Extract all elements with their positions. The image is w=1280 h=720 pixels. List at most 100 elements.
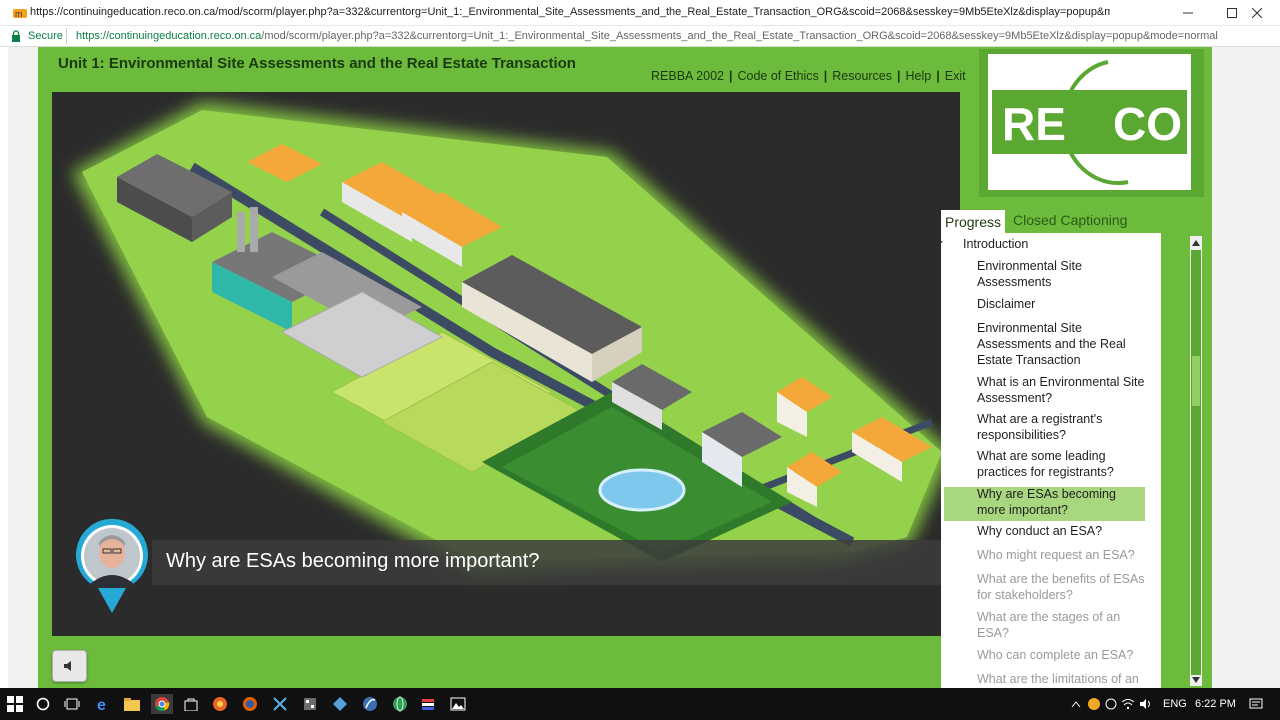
taskbar-photos[interactable] xyxy=(448,694,468,714)
windows-logo-icon xyxy=(7,696,23,712)
section-expanded-icon[interactable] xyxy=(941,238,944,248)
menu-item[interactable]: Disclaimer xyxy=(977,296,1147,312)
menu-item[interactable]: Who might request an ESA? xyxy=(977,547,1147,563)
progress-menu: Introduction Environmental Site Assessme… xyxy=(941,233,1161,689)
nav-separator: | xyxy=(936,69,940,83)
nav-help-link[interactable]: Help xyxy=(906,69,932,83)
menu-item[interactable]: What are a registrant's responsibilities… xyxy=(977,411,1147,443)
course-title: Unit 1: Environmental Site Assessments a… xyxy=(58,55,576,72)
cortana-circle-icon xyxy=(36,697,50,711)
menu-item[interactable]: What are some leading practices for regi… xyxy=(977,448,1147,480)
tray-show-hidden[interactable] xyxy=(1066,694,1086,714)
tray-language[interactable]: ENG xyxy=(1163,698,1187,710)
taskbar-app-3[interactable] xyxy=(300,694,320,714)
chrome-icon xyxy=(155,697,170,712)
taskbar-app-2[interactable] xyxy=(270,694,290,714)
edge-browser-icon: e xyxy=(97,697,106,712)
start-button[interactable] xyxy=(5,694,25,714)
menu-item-current[interactable]: Why are ESAs becoming more important? xyxy=(977,486,1147,518)
lock-icon xyxy=(12,30,20,42)
nav-code-of-ethics-link[interactable]: Code of Ethics xyxy=(737,69,818,83)
action-center-button[interactable] xyxy=(1246,694,1266,714)
volume-icon xyxy=(1140,699,1150,709)
nav-separator: | xyxy=(728,69,733,83)
menu-item[interactable]: Why conduct an ESA? xyxy=(977,523,1147,539)
logo-panel: RE CO xyxy=(979,49,1204,197)
taskbar-app-4[interactable] xyxy=(330,694,350,714)
url-text[interactable]: https://continuingeducation.reco.on.ca/m… xyxy=(76,30,1276,42)
menu-item[interactable]: What is an Environmental Site Assessment… xyxy=(977,374,1147,406)
minimize-button[interactable] xyxy=(1165,0,1211,25)
svg-text:e: e xyxy=(97,697,106,712)
reco-logo-graphic: RE CO xyxy=(988,54,1191,190)
taskbar-app-7[interactable] xyxy=(418,694,438,714)
taskbar-store[interactable] xyxy=(181,694,201,714)
taskbar-app-5[interactable] xyxy=(360,694,380,714)
windows-taskbar: e ENG 6:22 PM xyxy=(0,688,1280,720)
photos-icon xyxy=(450,697,466,711)
app-globe-icon xyxy=(393,696,407,712)
nav-resources-link[interactable]: Resources xyxy=(832,69,892,83)
tray-clock[interactable]: 6:22 PM xyxy=(1195,698,1236,710)
logo-text-co: CO xyxy=(1113,98,1182,150)
left-gutter xyxy=(0,47,8,688)
close-icon xyxy=(1252,7,1262,18)
task-view-icon xyxy=(64,698,80,710)
menu-section-introduction[interactable]: Introduction xyxy=(963,237,1028,251)
window-title: https://continuingeducation.reco.on.ca/m… xyxy=(30,6,1110,18)
chevron-up-icon xyxy=(1071,701,1081,708)
store-bag-icon xyxy=(184,698,198,711)
address-separator xyxy=(66,28,67,44)
taskbar-file-explorer[interactable] xyxy=(122,694,142,714)
secure-label: Secure xyxy=(28,30,63,42)
taskbar-firefox[interactable] xyxy=(240,694,260,714)
taskbar-edge[interactable]: e xyxy=(93,694,113,714)
page-area: Unit 1: Environmental Site Assessments a… xyxy=(0,47,1280,689)
app-feather-icon xyxy=(363,697,377,711)
task-view-button[interactable] xyxy=(62,694,82,714)
app-cross-icon xyxy=(273,697,287,711)
app-grid-icon xyxy=(304,698,316,710)
reco-logo: RE CO xyxy=(988,54,1191,190)
close-window-button[interactable] xyxy=(1234,0,1280,25)
svg-text:m: m xyxy=(15,9,23,18)
nav-separator: | xyxy=(823,69,828,83)
minimize-icon xyxy=(1183,12,1193,13)
url-host: https://continuingeducation.reco.on.ca xyxy=(76,30,262,42)
cortana-button[interactable] xyxy=(33,694,53,714)
panel-tabs: Progress Closed Captioning xyxy=(941,207,1166,233)
tab-closed-captioning[interactable]: Closed Captioning xyxy=(1013,212,1127,228)
logo-text-re: RE xyxy=(1002,98,1066,150)
app-diamond-icon xyxy=(333,697,347,711)
menu-item[interactable]: What are the benefits of ESAs for stakeh… xyxy=(977,571,1147,603)
nav-exit-link[interactable]: Exit xyxy=(945,69,966,83)
tray-volume[interactable] xyxy=(1136,694,1156,714)
taskbar-app-6[interactable] xyxy=(390,694,410,714)
taskbar-app-1[interactable] xyxy=(210,694,230,714)
speaker-icon xyxy=(63,661,71,671)
audio-toggle-button[interactable] xyxy=(52,650,87,682)
address-bar[interactable]: Secure https://continuingeducation.reco.… xyxy=(0,26,1280,47)
wifi-icon xyxy=(1121,699,1135,710)
chrome-title-bar: m https://continuingeducation.reco.on.ca… xyxy=(0,0,1280,26)
moodle-favicon-icon: m xyxy=(13,9,27,18)
narrator-avatar xyxy=(76,518,148,613)
menu-item[interactable]: Environmental Site Assessments and the R… xyxy=(977,320,1147,368)
menu-item[interactable]: Who can complete an ESA? xyxy=(977,647,1147,663)
app-bars-icon xyxy=(422,699,434,710)
tab-progress[interactable]: Progress xyxy=(941,210,1005,233)
nav-rebba-link[interactable]: REBBA 2002 xyxy=(651,69,724,83)
menu-item[interactable]: What are the stages of an ESA? xyxy=(977,609,1147,641)
url-path: /mod/scorm/player.php?a=332&currentorg=U… xyxy=(261,30,1218,42)
menu-item[interactable]: What are the limitations of an xyxy=(977,671,1147,687)
action-center-icon xyxy=(1249,698,1263,709)
menu-scrollbar[interactable] xyxy=(1190,236,1202,686)
taskbar-chrome[interactable] xyxy=(151,694,173,714)
top-navigation: REBBA 2002 | Code of Ethics | Resources | Help… xyxy=(651,69,966,83)
tray-wifi[interactable] xyxy=(1118,694,1138,714)
folder-icon xyxy=(124,698,140,711)
slide-stage: Why are ESAs becoming more important? xyxy=(52,92,960,636)
tray-orange-icon xyxy=(1088,698,1100,710)
menu-item[interactable]: Environmental Site Assessments xyxy=(977,258,1147,290)
tray-circle-icon xyxy=(1105,698,1117,710)
